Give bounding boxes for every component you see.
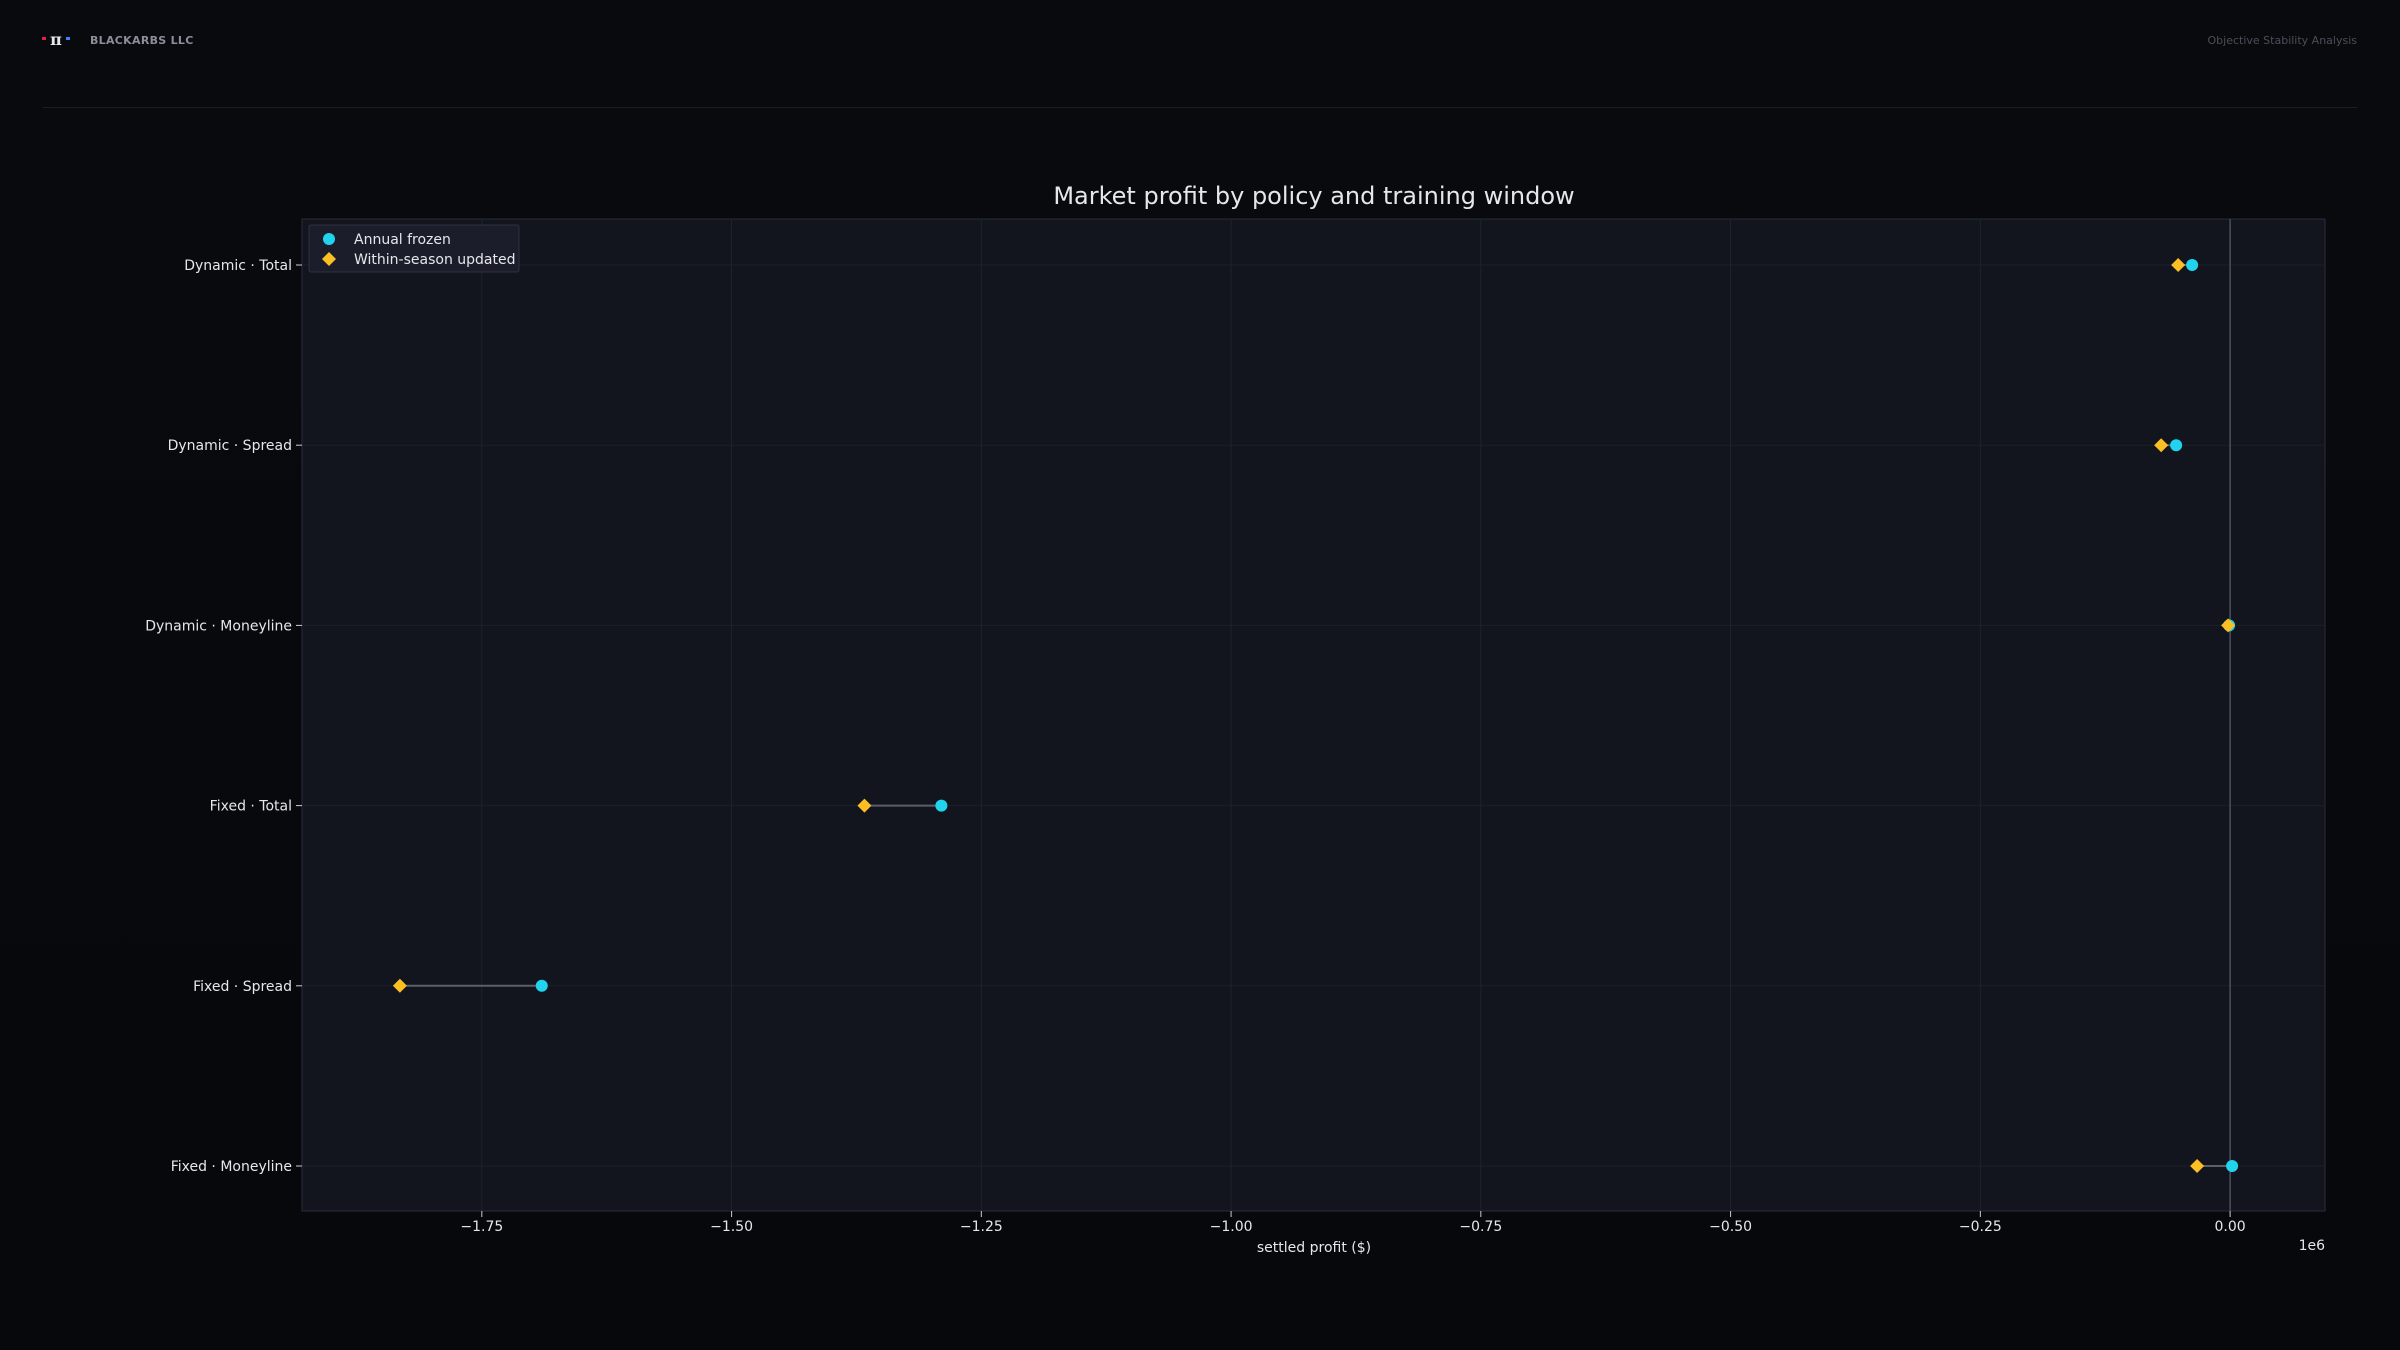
annual-frozen-point <box>535 979 548 992</box>
y-category-label: Fixed · Spread <box>193 979 292 995</box>
y-category-label: Dynamic · Total <box>184 258 292 274</box>
y-category-label: Dynamic · Spread <box>168 438 292 454</box>
annual-frozen-point <box>935 799 948 812</box>
y-category-label: Dynamic · Moneyline <box>145 618 292 634</box>
legend-label-annual-frozen: Annual frozen <box>354 232 451 248</box>
y-category-label: Fixed · Moneyline <box>171 1159 292 1175</box>
x-tick-label: −0.50 <box>1709 1219 1752 1235</box>
x-axis-label: settled profit ($) <box>1257 1240 1371 1256</box>
x-tick-label: −1.25 <box>960 1219 1003 1235</box>
x-tick-label: −1.75 <box>460 1219 503 1235</box>
dumbbell-chart: Market profit by policy and training win… <box>145 182 2326 1256</box>
plot-area <box>301 218 2326 1212</box>
x-tick-label: 0.00 <box>2215 1219 2246 1235</box>
chart-title: Market profit by policy and training win… <box>1053 182 1574 210</box>
annual-frozen-point <box>2186 259 2199 271</box>
annual-frozen-point <box>2226 1160 2239 1172</box>
legend-circle-marker <box>323 233 335 245</box>
x-tick-label: −0.25 <box>1959 1219 2002 1235</box>
x-tick-label: −1.00 <box>1210 1219 1253 1235</box>
x-tick-label: −0.75 <box>1459 1219 1502 1235</box>
page: π BLACKARBS LLC Objective Stability Anal… <box>0 0 2400 1350</box>
y-category-label: Fixed · Total <box>210 799 292 815</box>
x-tick-label: −1.50 <box>710 1219 753 1235</box>
x-axis-offset-label: 1e6 <box>2299 1238 2326 1254</box>
legend-label-within-season-updated: Within-season updated <box>354 252 516 268</box>
annual-frozen-point <box>2170 439 2183 452</box>
legend: Annual frozen Within-season updated <box>308 224 520 273</box>
